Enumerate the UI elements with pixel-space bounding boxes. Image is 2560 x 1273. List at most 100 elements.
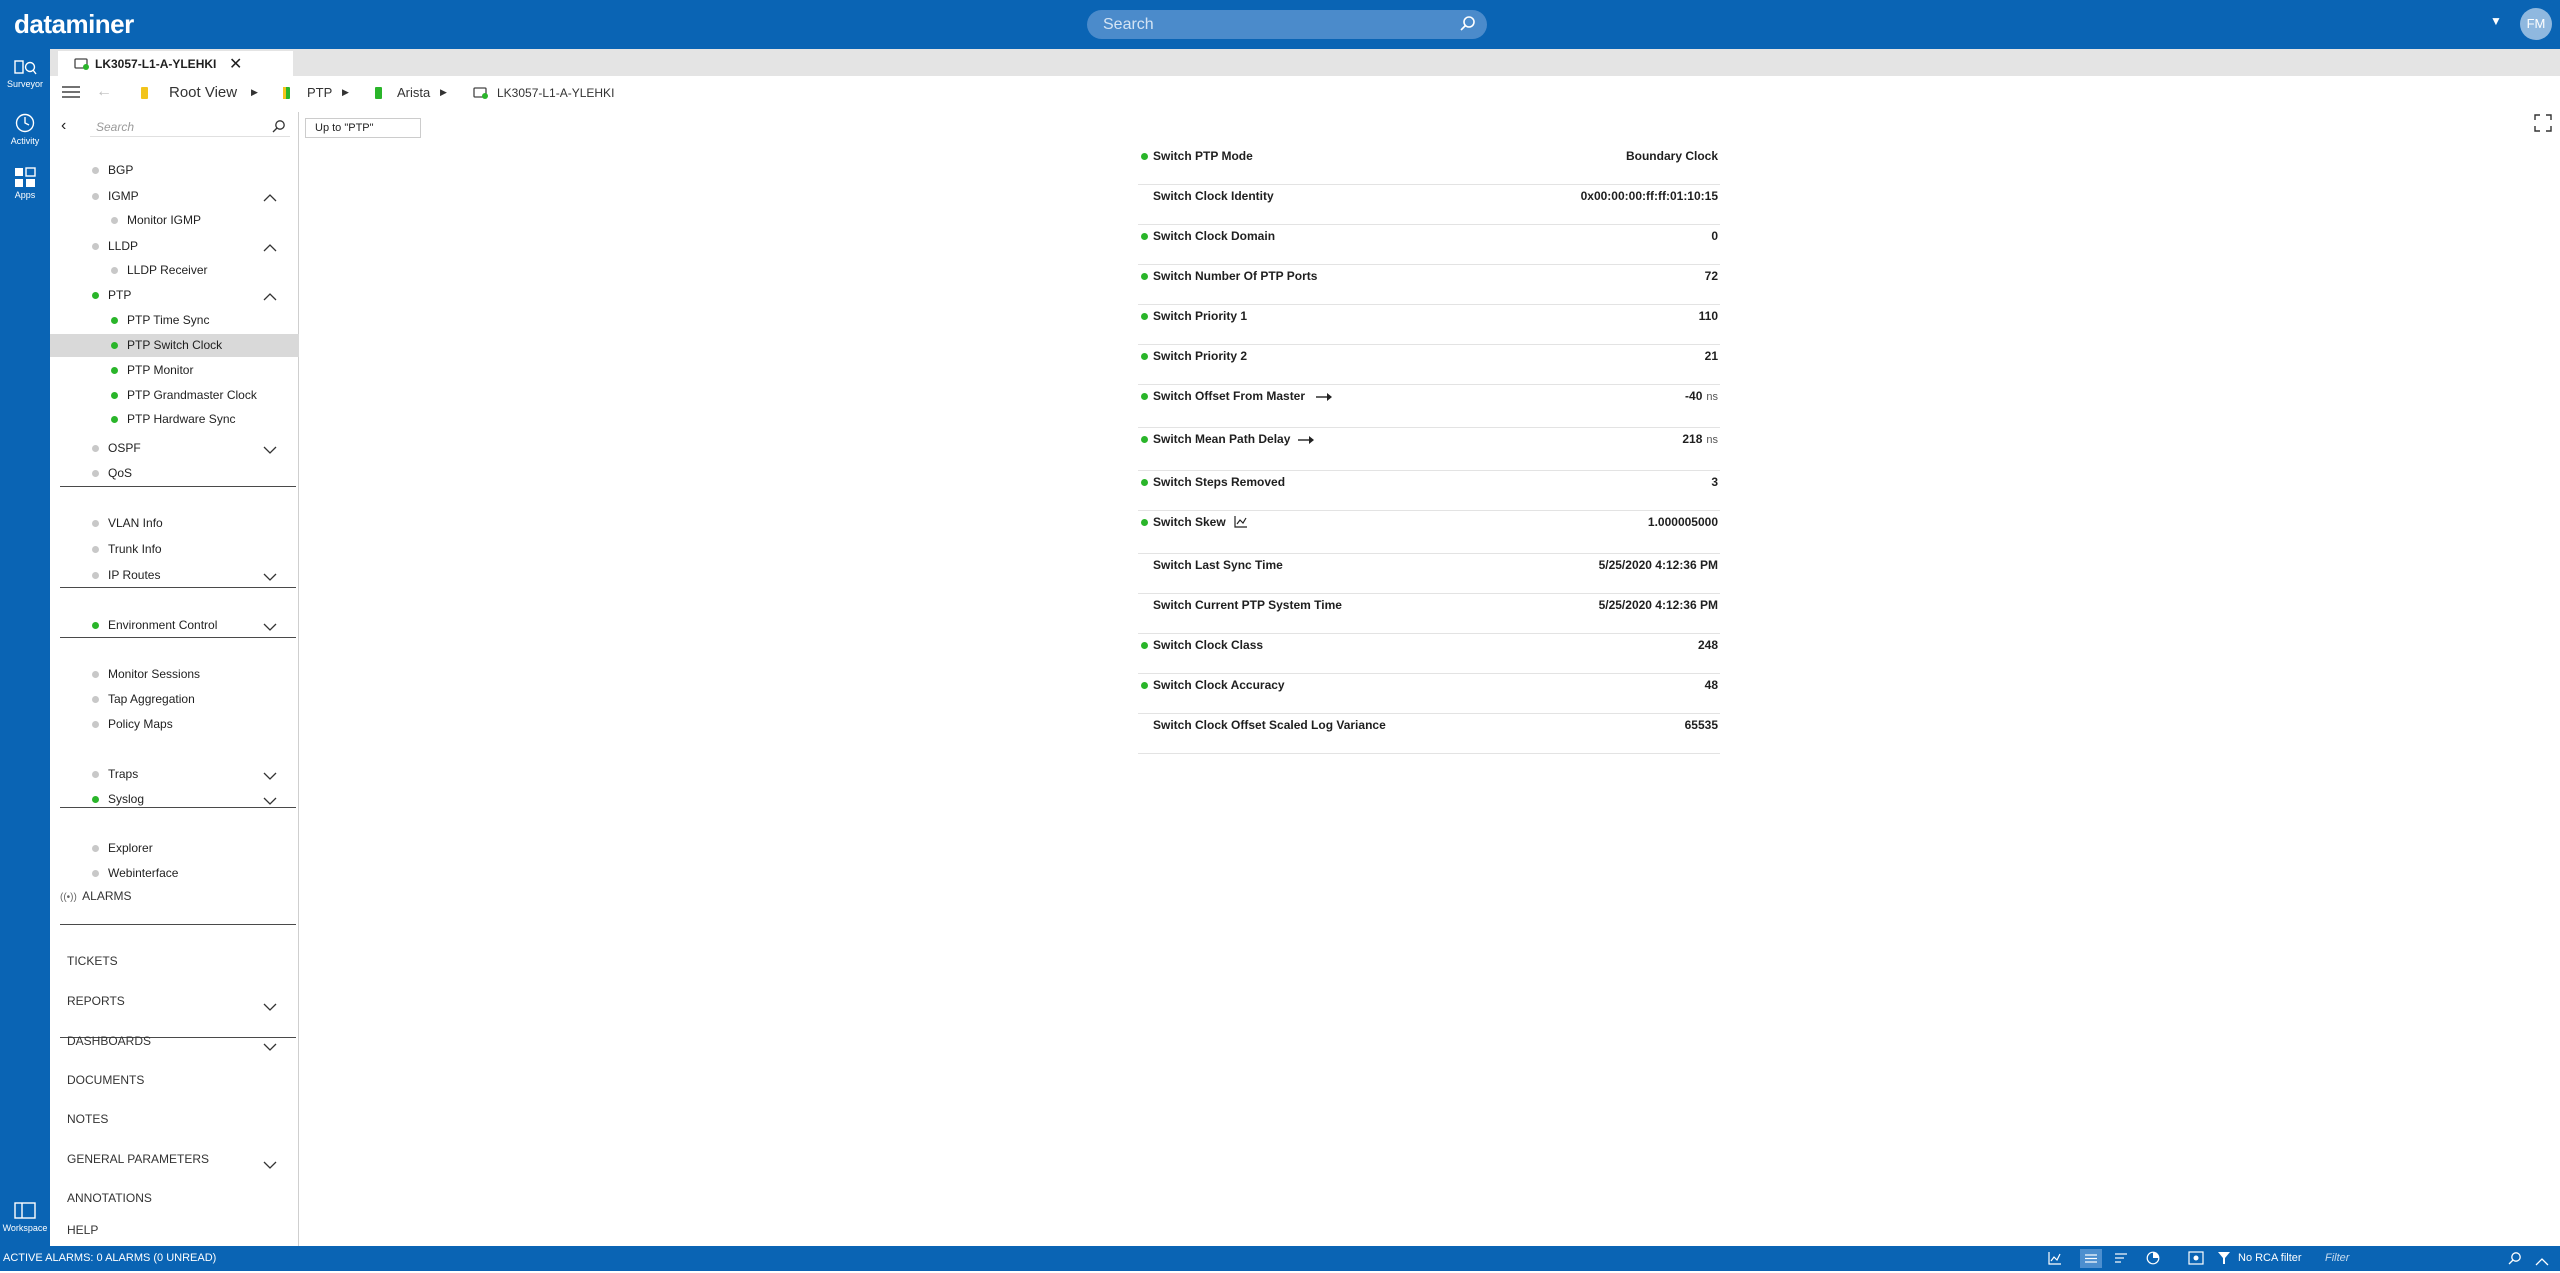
section-dashboards[interactable]: DASHBOARDS xyxy=(67,1034,151,1048)
sidebar-item-policy-maps[interactable]: Policy Maps xyxy=(50,713,299,736)
chevron-down-icon[interactable] xyxy=(263,1156,277,1174)
parameter-row-switch-clock-offset-scaled-log-variance[interactable]: Switch Clock Offset Scaled Log Variance 6… xyxy=(1138,714,1720,754)
trend-arrow-right-icon[interactable] xyxy=(1297,432,1315,450)
close-tab-icon[interactable]: ✕ xyxy=(229,54,242,74)
parameter-row-switch-clock-identity[interactable]: Switch Clock Identity 0x00:00:00:ff:ff:01… xyxy=(1138,185,1720,225)
back-arrow-icon[interactable]: ← xyxy=(96,83,112,101)
up-to-parent-button[interactable]: Up to "PTP" xyxy=(305,118,421,138)
parameter-row-switch-steps-removed[interactable]: Switch Steps Removed 3 xyxy=(1138,471,1720,511)
search-icon[interactable] xyxy=(2508,1251,2522,1270)
parameter-row-switch-last-sync-time[interactable]: Switch Last Sync Time 5/25/2020 4:12:36 P… xyxy=(1138,554,1720,594)
fullscreen-icon[interactable] xyxy=(2534,114,2552,137)
parameter-row-switch-clock-accuracy[interactable]: Switch Clock Accuracy 48 xyxy=(1138,674,1720,714)
sidebar-item-webinterface[interactable]: Webinterface xyxy=(50,862,299,885)
rail-workspace-button[interactable]: Workspace xyxy=(0,1201,50,1233)
chevron-down-icon[interactable] xyxy=(263,998,277,1016)
rail-surveyor-button[interactable]: Surveyor xyxy=(0,59,50,89)
sidebar-item-lldp[interactable]: LLDP xyxy=(50,235,299,258)
chevron-up-icon[interactable] xyxy=(263,241,277,255)
section-general-parameters[interactable]: GENERAL PARAMETERS xyxy=(67,1152,209,1166)
sidebar-item-bgp[interactable]: BGP xyxy=(50,159,299,182)
chevron-down-icon[interactable] xyxy=(263,570,277,584)
sidebar-item-monitor-igmp[interactable]: Monitor IGMP xyxy=(50,209,299,232)
parameter-row-switch-current-ptp-system-time[interactable]: Switch Current PTP System Time 5/25/2020 … xyxy=(1138,594,1720,634)
sidebar-item-ptp-switch-clock[interactable]: PTP Switch Clock xyxy=(50,334,299,357)
chevron-down-icon[interactable] xyxy=(263,794,277,808)
chevron-down-icon[interactable] xyxy=(263,443,277,457)
sidebar-search-input[interactable]: Search xyxy=(90,117,290,137)
alarm-filter-input[interactable]: Filter xyxy=(2325,1252,2349,1264)
parameter-row-switch-clock-domain[interactable]: Switch Clock Domain 0 xyxy=(1138,225,1720,265)
parameter-row-switch-priority-1[interactable]: Switch Priority 1 110 xyxy=(1138,305,1720,345)
rca-filter-icon[interactable] xyxy=(2218,1251,2230,1270)
section-documents[interactable]: DOCUMENTS xyxy=(67,1073,144,1087)
hamburger-menu-icon[interactable] xyxy=(62,85,80,104)
sidebar-item-environment-control[interactable]: Environment Control xyxy=(50,614,299,637)
parameter-row-switch-mean-path-delay[interactable]: Switch Mean Path Delay 218 ns xyxy=(1138,428,1720,471)
card-tab[interactable]: LK3057-L1-A-YLEHKI ✕ xyxy=(58,51,293,76)
parameter-name: Switch Skew xyxy=(1153,515,1226,529)
breadcrumb-element[interactable]: LK3057-L1-A-YLEHKI xyxy=(497,86,614,100)
sidebar-item-monitor-sessions[interactable]: Monitor Sessions xyxy=(50,663,299,686)
rail-apps-button[interactable]: Apps xyxy=(0,166,50,200)
sidebar-item-lldp-receiver[interactable]: LLDP Receiver xyxy=(50,259,299,282)
chevron-down-icon[interactable] xyxy=(263,769,277,783)
breadcrumb-arista[interactable]: Arista xyxy=(397,85,430,100)
chevron-down-icon[interactable] xyxy=(263,620,277,634)
search-icon[interactable] xyxy=(272,119,286,138)
breadcrumb-root-view[interactable]: Root View xyxy=(169,84,237,101)
active-alarms-status[interactable]: ACTIVE ALARMS: 0 ALARMS (0 UNREAD) xyxy=(3,1252,216,1264)
section-help[interactable]: HELP xyxy=(67,1223,98,1237)
trend-icon[interactable] xyxy=(2048,1251,2062,1270)
chevron-up-icon[interactable] xyxy=(2535,1253,2549,1271)
status-dot xyxy=(92,520,99,527)
parameter-row-switch-skew[interactable]: Switch Skew 1.000005000 xyxy=(1138,511,1720,554)
sidebar-item-ptp-hardware-sync[interactable]: PTP Hardware Sync xyxy=(50,408,299,431)
alarms-tab[interactable]: ((•)) ALARMS xyxy=(60,889,132,903)
sidebar-item-trunk-info[interactable]: Trunk Info xyxy=(50,538,299,561)
sidebar-item-explorer[interactable]: Explorer xyxy=(50,837,299,860)
search-icon[interactable] xyxy=(1459,15,1477,38)
section-annotations[interactable]: ANNOTATIONS xyxy=(67,1191,152,1205)
sidebar-item-ptp-monitor[interactable]: PTP Monitor xyxy=(50,359,299,382)
sidebar-item-ospf[interactable]: OSPF xyxy=(50,437,299,460)
chevron-up-icon[interactable] xyxy=(263,290,277,304)
focus-icon[interactable] xyxy=(2188,1251,2204,1270)
rca-filter-status[interactable]: No RCA filter xyxy=(2238,1252,2302,1264)
sidebar-item-ptp[interactable]: PTP xyxy=(50,284,299,307)
parameter-row-switch-offset-from-master[interactable]: Switch Offset From Master -40 ns xyxy=(1138,385,1720,428)
sidebar-item-ptp-time-sync[interactable]: PTP Time Sync xyxy=(50,309,299,332)
sidebar-item-tap-aggregation[interactable]: Tap Aggregation xyxy=(50,688,299,711)
parameter-row-switch-number-of-ptp-ports[interactable]: Switch Number Of PTP Ports 72 xyxy=(1138,265,1720,305)
divider xyxy=(60,637,296,638)
user-menu-caret-icon[interactable]: ▼ xyxy=(2490,14,2502,28)
sidebar-item-igmp[interactable]: IGMP xyxy=(50,185,299,208)
pie-chart-icon[interactable] xyxy=(2146,1251,2160,1270)
breadcrumb-ptp[interactable]: PTP xyxy=(307,85,332,100)
divider xyxy=(60,924,296,925)
list-view-icon[interactable] xyxy=(2080,1249,2102,1268)
parameter-row-switch-priority-2[interactable]: Switch Priority 2 21 xyxy=(1138,345,1720,385)
sidebar-item-vlan-info[interactable]: VLAN Info xyxy=(50,512,299,535)
global-search-input[interactable]: Search xyxy=(1087,10,1487,39)
collapse-chevron-left-icon[interactable]: ‹ xyxy=(61,117,66,135)
trend-chart-icon[interactable] xyxy=(1234,515,1248,533)
breadcrumb-arrow-icon[interactable]: ▶ xyxy=(251,87,258,98)
breadcrumb-arrow-icon[interactable]: ▶ xyxy=(342,87,349,98)
section-tickets[interactable]: TICKETS xyxy=(67,954,118,968)
sidebar-item-ip-routes[interactable]: IP Routes xyxy=(50,564,299,587)
sidebar-item-traps[interactable]: Traps xyxy=(50,763,299,786)
section-reports[interactable]: REPORTS xyxy=(67,994,125,1008)
sidebar-item-qos[interactable]: QoS xyxy=(50,462,299,485)
sidebar-item-ptp-grandmaster-clock[interactable]: PTP Grandmaster Clock xyxy=(50,384,299,407)
trend-arrow-right-icon[interactable] xyxy=(1315,389,1333,407)
chevron-up-icon[interactable] xyxy=(263,191,277,205)
section-notes[interactable]: NOTES xyxy=(67,1112,108,1126)
sort-icon[interactable] xyxy=(2114,1251,2128,1270)
parameter-row-switch-clock-class[interactable]: Switch Clock Class 248 xyxy=(1138,634,1720,674)
chevron-down-icon[interactable] xyxy=(263,1038,277,1056)
breadcrumb-arrow-icon[interactable]: ▶ xyxy=(440,87,447,98)
parameter-row-switch-ptp-mode[interactable]: Switch PTP Mode Boundary Clock xyxy=(1138,145,1720,185)
user-avatar[interactable]: FM xyxy=(2520,8,2552,40)
rail-activity-button[interactable]: Activity xyxy=(0,112,50,146)
